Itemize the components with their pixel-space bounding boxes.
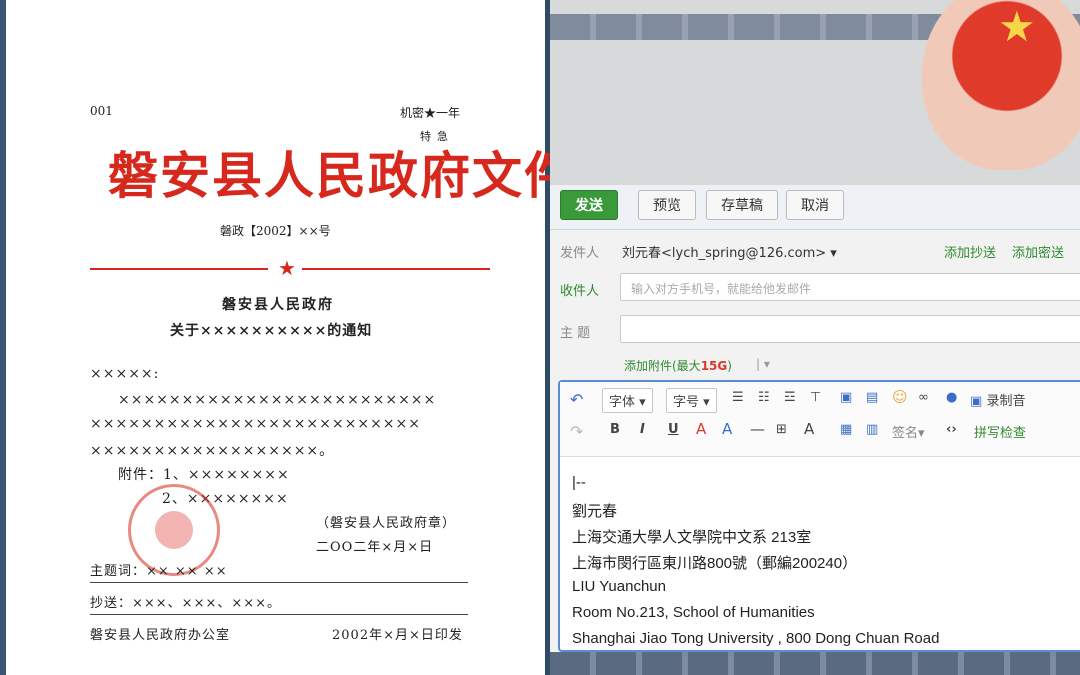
preview-button[interactable]: 预览 xyxy=(638,190,696,220)
body-line: ××××××××××××××××××××××××× xyxy=(118,392,437,408)
body-line: ××××××××××××××××××。 xyxy=(90,443,335,459)
indent-icon[interactable]: ☲ xyxy=(784,390,796,405)
spellcheck-button[interactable]: 拼写检查 xyxy=(974,422,1026,441)
underline-button[interactable]: U xyxy=(668,422,679,437)
body-line: ×××××××××××××××××××××××××× xyxy=(90,416,421,432)
font-size-select[interactable]: 字号 ▾ xyxy=(666,388,717,413)
editor-toolbar: ↶ ↷ 字体 ▾ 字号 ▾ ☰ ☷ ☲ ⊤ ▣ ▤ ☺ ∞ ● ▣ 录制音 B … xyxy=(560,382,1080,457)
highlight-icon[interactable]: A xyxy=(722,420,732,438)
image-icon[interactable]: ▣ xyxy=(840,390,852,405)
attachment-link-text: 添加附件(最大 xyxy=(624,359,701,373)
calendar-icon[interactable]: ▥ xyxy=(866,422,878,437)
signature-select[interactable]: 签名▾ xyxy=(892,422,925,441)
font-family-select[interactable]: 字体 ▾ xyxy=(602,388,653,413)
attachment-link-tail: ) xyxy=(727,359,732,373)
align-top-icon[interactable]: ⊤ xyxy=(810,390,821,405)
recipient-label: 收件人 xyxy=(560,284,600,299)
seal-emblem xyxy=(155,511,193,549)
divider xyxy=(90,582,468,583)
record-audio-button[interactable]: ▣ 录制音 xyxy=(970,390,1025,409)
recipient-input[interactable]: 输入对方手机号，就能给他发邮件 xyxy=(620,273,1080,301)
signature-line: |-- xyxy=(572,474,586,491)
font-color-icon[interactable]: A xyxy=(696,420,706,438)
document-number: 001 xyxy=(90,104,113,118)
signature-line: LIU Yuanchun xyxy=(572,578,666,595)
signature-line: 上海市閔行區東川路800號（郵編200240） xyxy=(572,555,858,572)
signature-line: Shanghai Jiao Tong University , 800 Dong… xyxy=(572,630,940,647)
issuer-name: 磐安县人民政府 xyxy=(222,297,334,313)
email-compose-screenshot: ★ 发送 预览 存草稿 取消 发件人 刘元春<lych_spring@126.c… xyxy=(550,0,1080,675)
keywords: 主题词：×× ×× ×× xyxy=(90,564,228,579)
template-icon[interactable]: ▦ xyxy=(840,422,852,437)
red-star-icon: ★ xyxy=(278,256,296,280)
microphone-icon[interactable]: ● xyxy=(946,390,957,405)
save-draft-button[interactable]: 存草稿 xyxy=(706,190,778,220)
horizontal-rule-icon[interactable]: — xyxy=(750,420,765,438)
classification-mark: 机密★一年 xyxy=(400,106,461,120)
print-date: 2002年×月×日印发 xyxy=(332,628,463,643)
cancel-button[interactable]: 取消 xyxy=(786,190,844,220)
cc-line: 抄送：×××、×××、×××。 xyxy=(90,596,282,611)
subject-label: 主 题 xyxy=(560,326,591,341)
salutation: ×××××: xyxy=(90,366,160,382)
message-editor[interactable]: ↶ ↷ 字体 ▾ 字号 ▾ ☰ ☷ ☲ ⊤ ▣ ▤ ☺ ∞ ● ▣ 录制音 B … xyxy=(558,380,1080,652)
document-date: 二OO二年×月×日 xyxy=(316,540,434,555)
attachment-size: 15G xyxy=(700,359,728,373)
screenshot-icon[interactable]: ▤ xyxy=(866,390,878,405)
record-icon: ▣ xyxy=(970,394,983,409)
document-title: 磐安县人民政府文件 xyxy=(108,146,576,205)
divider xyxy=(90,614,468,615)
issue-number: 磐政【2002】××号 xyxy=(220,224,331,238)
bold-button[interactable]: B xyxy=(610,422,620,437)
sender-select[interactable]: 刘元春<lych_spring@126.com> ▾ xyxy=(622,242,837,261)
red-divider-left xyxy=(90,268,268,270)
document-subject: 关于××××××××××的通知 xyxy=(170,323,373,339)
table-icon[interactable]: ⊞ xyxy=(776,422,787,437)
source-code-icon[interactable]: ‹› xyxy=(946,422,957,437)
official-document-image: 001 机密★一年 特急 磐安县人民政府文件 磐政【2002】××号 ★ 磐安县… xyxy=(0,0,574,675)
send-button[interactable]: 发送 xyxy=(560,190,618,220)
red-divider-right xyxy=(302,268,490,270)
bullet-list-icon[interactable]: ☷ xyxy=(758,390,770,405)
recipient-placeholder: 输入对方手机号，就能给他发邮件 xyxy=(631,282,812,296)
attachment-line: 附件：1、×××××××× xyxy=(118,467,290,483)
redo-icon[interactable]: ↷ xyxy=(570,422,583,441)
header-banner: ★ xyxy=(550,0,1080,185)
compose-toolbar: 发送 预览 存草稿 取消 xyxy=(550,185,1080,230)
emoji-icon[interactable]: ☺ xyxy=(892,388,908,406)
footer-banner xyxy=(550,652,1080,675)
sender-label: 发件人 xyxy=(560,246,600,261)
attachment-menu[interactable]: | ▾ xyxy=(756,357,770,371)
issuing-office: 磐安县人民政府办公室 xyxy=(90,628,231,643)
align-left-icon[interactable]: ☰ xyxy=(732,390,744,405)
signature-line: 上海交通大學人文學院中文系 213室 xyxy=(572,529,812,546)
add-cc-link[interactable]: 添加抄送 xyxy=(944,242,996,261)
add-bcc-link[interactable]: 添加密送 xyxy=(1012,242,1064,261)
undo-icon[interactable]: ↶ xyxy=(570,390,583,409)
signature-line: Room No.213, School of Humanities xyxy=(572,604,815,621)
subject-input[interactable] xyxy=(620,315,1080,343)
seal-caption: （磐安县人民政府章） xyxy=(316,516,457,531)
link-icon[interactable]: ∞ xyxy=(918,390,929,405)
add-attachment-link[interactable]: 添加附件(最大15G) xyxy=(624,357,732,374)
italic-button[interactable]: I xyxy=(640,422,645,437)
star-icon: ★ xyxy=(998,2,1036,51)
clear-format-icon[interactable]: A xyxy=(804,420,814,438)
signature-line: 劉元春 xyxy=(572,503,618,520)
record-audio-label: 录制音 xyxy=(986,394,1026,409)
